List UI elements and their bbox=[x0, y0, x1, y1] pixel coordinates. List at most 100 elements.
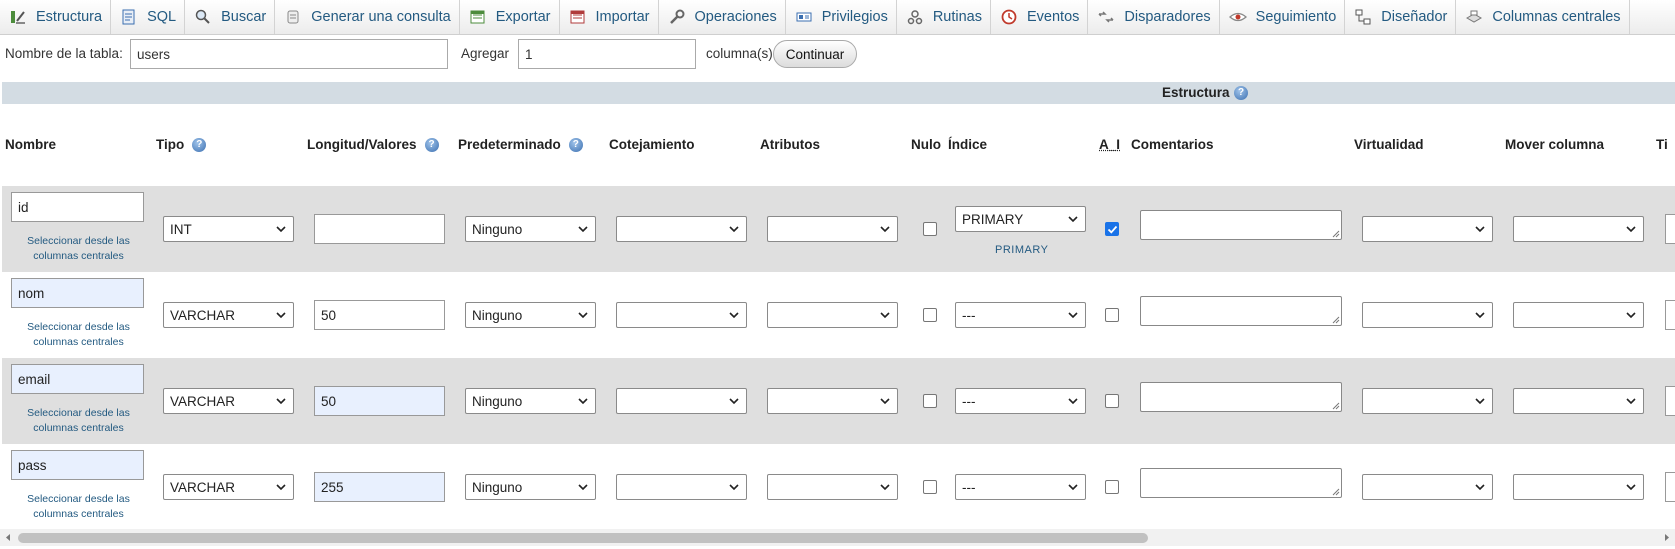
add-columns-input[interactable] bbox=[518, 39, 696, 69]
tab-label: Exportar bbox=[495, 9, 551, 25]
attributes-select[interactable] bbox=[767, 474, 898, 500]
help-icon[interactable]: ? bbox=[424, 137, 439, 152]
virtuality-select[interactable] bbox=[1362, 388, 1493, 414]
virtuality-select[interactable] bbox=[1362, 216, 1493, 242]
tab-label: Seguimiento bbox=[1255, 9, 1337, 25]
triggers-icon bbox=[1097, 8, 1115, 26]
structure-icon bbox=[9, 8, 27, 26]
select-central-columns-link[interactable]: Seleccionar desde las columnas centrales bbox=[12, 406, 145, 436]
null-checkbox[interactable] bbox=[923, 308, 937, 322]
attributes-select[interactable] bbox=[767, 388, 898, 414]
tab-label: Rutinas bbox=[932, 9, 982, 25]
header-label: Comentarios bbox=[1131, 137, 1214, 152]
default-select[interactable]: Ninguno bbox=[465, 388, 596, 414]
tab-eventos[interactable]: Eventos bbox=[991, 0, 1089, 34]
tab-generar-consulta[interactable]: Generar una consulta bbox=[275, 0, 460, 34]
header-label: Predeterminado bbox=[458, 137, 561, 152]
tab-estructura[interactable]: Estructura bbox=[0, 0, 112, 34]
select-central-columns-link[interactable]: Seleccionar desde las columnas centrales bbox=[12, 320, 145, 350]
next-column-field[interactable] bbox=[1665, 300, 1675, 330]
comment-textarea[interactable] bbox=[1140, 296, 1342, 326]
tab-columnas-centrales[interactable]: Columnas centrales bbox=[1456, 0, 1630, 34]
tab-operaciones[interactable]: Operaciones bbox=[659, 0, 786, 34]
length-input[interactable] bbox=[314, 472, 445, 502]
tab-seguimiento[interactable]: Seguimiento bbox=[1220, 0, 1346, 34]
type-select[interactable]: VARCHAR bbox=[163, 388, 294, 414]
scroll-left-icon[interactable] bbox=[4, 533, 13, 542]
tab-importar[interactable]: Importar bbox=[560, 0, 659, 34]
move-column-select[interactable] bbox=[1513, 388, 1644, 414]
check-icon bbox=[1107, 225, 1117, 234]
resize-grip-icon[interactable] bbox=[1332, 488, 1340, 496]
help-icon[interactable]: ? bbox=[568, 137, 583, 152]
move-column-select[interactable] bbox=[1513, 474, 1644, 500]
index-select[interactable]: --- bbox=[955, 474, 1086, 500]
index-select[interactable]: --- bbox=[955, 388, 1086, 414]
length-input[interactable] bbox=[314, 386, 445, 416]
tab-sql[interactable]: SQL bbox=[111, 0, 186, 34]
chevron-down-icon bbox=[1475, 398, 1485, 405]
type-select[interactable]: INT bbox=[163, 216, 294, 242]
tab-label: Disparadores bbox=[1124, 9, 1211, 25]
horizontal-scrollbar[interactable] bbox=[0, 529, 1675, 546]
resize-grip-icon[interactable] bbox=[1332, 402, 1340, 410]
scrollbar-thumb[interactable] bbox=[18, 533, 1148, 543]
null-checkbox[interactable] bbox=[923, 222, 937, 236]
collation-select[interactable] bbox=[616, 474, 747, 500]
tab-exportar[interactable]: Exportar bbox=[460, 0, 560, 34]
auto-increment-checkbox[interactable] bbox=[1105, 480, 1119, 494]
columns-suffix-label: columna(s) bbox=[706, 46, 773, 61]
null-checkbox[interactable] bbox=[923, 480, 937, 494]
select-central-columns-link[interactable]: Seleccionar desde las columnas centrales bbox=[12, 234, 145, 264]
virtuality-select[interactable] bbox=[1362, 302, 1493, 328]
column-name-input[interactable] bbox=[11, 192, 144, 222]
default-select[interactable]: Ninguno bbox=[465, 474, 596, 500]
auto-increment-checkbox[interactable] bbox=[1105, 308, 1119, 322]
tab-disparadores[interactable]: Disparadores bbox=[1088, 0, 1220, 34]
next-column-field[interactable] bbox=[1665, 214, 1675, 244]
select-central-columns-link[interactable]: Seleccionar desde las columnas centrales bbox=[12, 492, 145, 522]
default-select[interactable]: Ninguno bbox=[465, 216, 596, 242]
move-column-select[interactable] bbox=[1513, 216, 1644, 242]
default-select[interactable]: Ninguno bbox=[465, 302, 596, 328]
collation-select[interactable] bbox=[616, 388, 747, 414]
tab-privilegios[interactable]: Privilegios bbox=[786, 0, 897, 34]
virtuality-select[interactable] bbox=[1362, 474, 1493, 500]
null-checkbox[interactable] bbox=[923, 394, 937, 408]
sql-icon bbox=[120, 8, 138, 26]
length-input[interactable] bbox=[314, 300, 445, 330]
tab-rutinas[interactable]: Rutinas bbox=[897, 0, 991, 34]
help-icon[interactable]: ? bbox=[1234, 86, 1248, 100]
chevron-down-icon bbox=[1068, 216, 1078, 223]
chevron-down-icon bbox=[276, 398, 286, 405]
comment-textarea[interactable] bbox=[1140, 468, 1342, 498]
tab-disenador[interactable]: Diseñador bbox=[1345, 0, 1457, 34]
next-column-field[interactable] bbox=[1665, 472, 1675, 502]
resize-grip-icon[interactable] bbox=[1332, 230, 1340, 238]
column-name-input[interactable] bbox=[11, 364, 144, 394]
table-name-input[interactable] bbox=[130, 39, 448, 69]
continue-button[interactable]: Continuar bbox=[773, 40, 857, 68]
collation-select[interactable] bbox=[616, 302, 747, 328]
chevron-down-icon bbox=[276, 312, 286, 319]
auto-increment-checkbox[interactable] bbox=[1105, 222, 1119, 236]
attributes-select[interactable] bbox=[767, 216, 898, 242]
help-icon[interactable]: ? bbox=[192, 137, 207, 152]
move-column-select[interactable] bbox=[1513, 302, 1644, 328]
collation-select[interactable] bbox=[616, 216, 747, 242]
type-select[interactable]: VARCHAR bbox=[163, 474, 294, 500]
auto-increment-checkbox[interactable] bbox=[1105, 394, 1119, 408]
length-input[interactable] bbox=[314, 214, 445, 244]
comment-textarea[interactable] bbox=[1140, 210, 1342, 240]
attributes-select[interactable] bbox=[767, 302, 898, 328]
type-select[interactable]: VARCHAR bbox=[163, 302, 294, 328]
column-name-input[interactable] bbox=[11, 450, 144, 480]
scroll-right-icon[interactable] bbox=[1662, 533, 1671, 542]
column-name-input[interactable] bbox=[11, 278, 144, 308]
index-select[interactable]: --- bbox=[955, 302, 1086, 328]
tab-buscar[interactable]: Buscar bbox=[185, 0, 276, 34]
index-select[interactable]: PRIMARY bbox=[955, 206, 1086, 232]
resize-grip-icon[interactable] bbox=[1332, 316, 1340, 324]
comment-textarea[interactable] bbox=[1140, 382, 1342, 412]
next-column-field[interactable] bbox=[1665, 386, 1675, 416]
